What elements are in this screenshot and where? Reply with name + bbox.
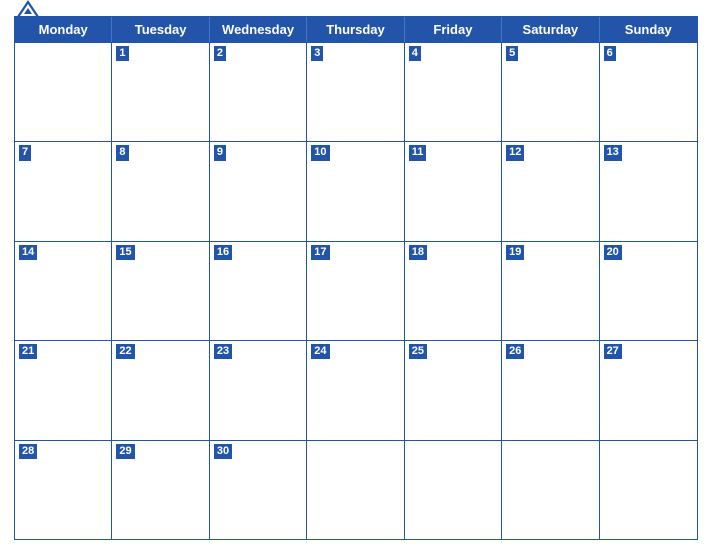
day-cell: 9: [210, 142, 307, 240]
day-cell: 4: [405, 43, 502, 141]
day-cell: 26: [502, 341, 599, 439]
day-header-thursday: Thursday: [307, 17, 404, 42]
day-header-tuesday: Tuesday: [112, 17, 209, 42]
day-cell: 20: [600, 242, 697, 340]
day-cell: 18: [405, 242, 502, 340]
week-row-1: 1 2 3 4 5 6: [15, 42, 697, 141]
day-number: 13: [604, 145, 622, 160]
day-number: 17: [311, 245, 329, 260]
day-number: 4: [409, 46, 421, 61]
day-number: 7: [19, 145, 31, 160]
day-cell: 30: [210, 441, 307, 539]
day-number: 22: [116, 344, 134, 359]
day-headers-row: MondayTuesdayWednesdayThursdayFridaySatu…: [15, 17, 697, 42]
week-row-5: 28 29 30: [15, 440, 697, 539]
day-cell: [502, 441, 599, 539]
day-number: 10: [311, 145, 329, 160]
day-cell: 5: [502, 43, 599, 141]
day-cell: 11: [405, 142, 502, 240]
day-cell: 28: [15, 441, 112, 539]
day-cell: 10: [307, 142, 404, 240]
day-number: 28: [19, 444, 37, 459]
day-cell: 13: [600, 142, 697, 240]
day-cell: [15, 43, 112, 141]
day-number: 9: [214, 145, 226, 160]
day-number: 16: [214, 245, 232, 260]
day-header-friday: Friday: [405, 17, 502, 42]
day-cell: 15: [112, 242, 209, 340]
day-cell: 14: [15, 242, 112, 340]
day-number: 11: [409, 145, 427, 160]
day-number: 24: [311, 344, 329, 359]
day-number: 21: [19, 344, 37, 359]
day-number: 25: [409, 344, 427, 359]
day-header-wednesday: Wednesday: [210, 17, 307, 42]
day-cell: 19: [502, 242, 599, 340]
day-cell: 27: [600, 341, 697, 439]
day-cell: 22: [112, 341, 209, 439]
day-cell: 16: [210, 242, 307, 340]
day-number: 14: [19, 245, 37, 260]
day-cell: 25: [405, 341, 502, 439]
day-number: 12: [506, 145, 524, 160]
day-cell: 29: [112, 441, 209, 539]
day-number: 2: [214, 46, 226, 61]
day-cell: 23: [210, 341, 307, 439]
calendar-grid: MondayTuesdayWednesdayThursdayFridaySatu…: [14, 16, 698, 540]
day-number: 6: [604, 46, 616, 61]
day-number: 5: [506, 46, 518, 61]
day-cell: [600, 441, 697, 539]
day-cell: 17: [307, 242, 404, 340]
day-cell: 8: [112, 142, 209, 240]
calendar-body: 1234567891011121314151617181920212223242…: [15, 42, 697, 539]
day-number: 18: [409, 245, 427, 260]
logo: [14, 0, 45, 22]
day-number: 27: [604, 344, 622, 359]
day-cell: 24: [307, 341, 404, 439]
day-number: 19: [506, 245, 524, 260]
day-cell: [405, 441, 502, 539]
day-number: 15: [116, 245, 134, 260]
day-number: 3: [311, 46, 323, 61]
day-number: 30: [214, 444, 232, 459]
logo-icon: [14, 0, 42, 22]
day-cell: 12: [502, 142, 599, 240]
day-number: 20: [604, 245, 622, 260]
day-cell: 2: [210, 43, 307, 141]
day-header-sunday: Sunday: [600, 17, 697, 42]
day-cell: 3: [307, 43, 404, 141]
calendar-page: MondayTuesdayWednesdayThursdayFridaySatu…: [0, 0, 712, 550]
day-number: 1: [116, 46, 128, 61]
week-row-4: 21 22 23 24 25 26 27: [15, 340, 697, 439]
day-number: 23: [214, 344, 232, 359]
day-header-saturday: Saturday: [502, 17, 599, 42]
day-cell: 7: [15, 142, 112, 240]
day-number: 29: [116, 444, 134, 459]
day-number: 26: [506, 344, 524, 359]
week-row-2: 7 8 9 10 11 12 13: [15, 141, 697, 240]
day-cell: 1: [112, 43, 209, 141]
day-cell: 6: [600, 43, 697, 141]
day-cell: [307, 441, 404, 539]
day-cell: 21: [15, 341, 112, 439]
day-number: 8: [116, 145, 128, 160]
week-row-3: 14 15 16 17 18 19 20: [15, 241, 697, 340]
